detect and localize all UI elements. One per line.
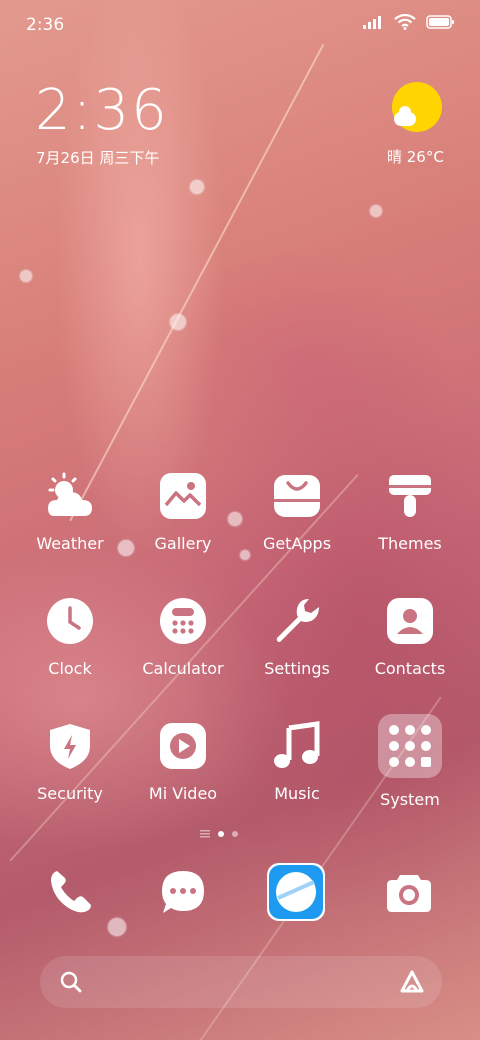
weather-icon: [44, 470, 96, 522]
app-music[interactable]: Music: [247, 720, 347, 803]
app-label: Weather: [36, 534, 104, 553]
security-icon: [44, 720, 96, 772]
dock-browser[interactable]: [266, 862, 326, 922]
dock-camera[interactable]: [379, 862, 439, 922]
water-drop: [170, 314, 186, 330]
app-label: GetApps: [262, 534, 332, 553]
folder-icon: [378, 714, 442, 778]
settings-icon: [271, 595, 323, 647]
getapps-icon: [271, 470, 323, 522]
clock-widget-time[interactable]: 2:36: [35, 78, 169, 143]
music-icon: [271, 720, 323, 772]
app-mi-video[interactable]: Mi Video: [133, 720, 233, 803]
app-themes[interactable]: Themes: [360, 470, 460, 553]
app-label: System: [380, 790, 440, 809]
clock-widget-date: 7月26日 周三下午: [36, 149, 160, 167]
status-icons: [362, 14, 456, 30]
water-drop: [190, 180, 204, 194]
app-getapps[interactable]: GetApps: [247, 470, 347, 553]
app-clock[interactable]: Clock: [20, 595, 120, 678]
app-settings[interactable]: Settings: [247, 595, 347, 678]
app-label: Clock: [48, 659, 92, 678]
camera-icon: [387, 875, 431, 912]
weather-summary: 晴 26°C: [387, 148, 444, 166]
app-label: Mi Video: [148, 784, 218, 803]
gallery-icon: [157, 470, 209, 522]
app-system-folder[interactable]: System: [360, 714, 460, 809]
battery-icon: [426, 15, 454, 29]
clock-icon: [44, 595, 96, 647]
browser-icon: [267, 863, 325, 921]
app-label: Security: [37, 784, 103, 803]
weather-widget[interactable]: 晴 26°C: [382, 82, 462, 172]
dock-phone[interactable]: [40, 862, 100, 922]
status-time: 2:36: [26, 15, 65, 35]
themes-icon: [384, 470, 436, 522]
app-label: Contacts: [374, 659, 446, 678]
home-screen: 2:36 2:36 7月26日 周三下午 晴 26°C Weather Gall…: [0, 0, 480, 1040]
page-indicator: [200, 830, 238, 838]
water-drop: [118, 540, 134, 556]
water-drop: [20, 270, 32, 282]
app-label: Settings: [264, 659, 330, 678]
water-drop: [370, 205, 382, 217]
video-icon: [157, 720, 209, 772]
messages-icon: [162, 871, 204, 913]
page-dot[interactable]: [232, 831, 238, 837]
app-contacts[interactable]: Contacts: [360, 595, 460, 678]
phone-icon: [51, 871, 91, 913]
app-gallery[interactable]: Gallery: [133, 470, 233, 553]
cloud-icon: [394, 106, 416, 126]
calculator-icon: [157, 595, 209, 647]
status-bar: 2:36: [0, 0, 480, 50]
app-weather[interactable]: Weather: [20, 470, 120, 553]
app-label: Calculator: [142, 659, 224, 678]
search-bar[interactable]: [40, 956, 442, 1008]
page-dot-active[interactable]: [218, 831, 224, 837]
search-icon[interactable]: [60, 971, 82, 993]
contacts-icon: [384, 595, 436, 647]
water-drop: [108, 918, 126, 936]
app-label: Music: [274, 784, 320, 803]
app-calculator[interactable]: Calculator: [133, 595, 233, 678]
dock-messages[interactable]: [153, 862, 213, 922]
app-label: Gallery: [154, 534, 212, 553]
wifi-icon: [394, 14, 416, 30]
assistant-icon[interactable]: [398, 969, 426, 995]
app-label: Themes: [378, 534, 442, 553]
app-security[interactable]: Security: [20, 720, 120, 803]
menu-lines-icon: [200, 830, 210, 838]
signal-icon: [363, 16, 381, 29]
